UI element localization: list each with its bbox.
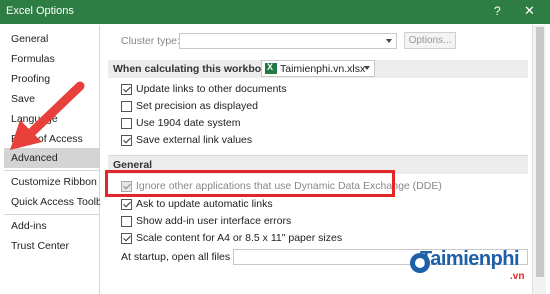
annotation-arrow-icon bbox=[10, 81, 85, 150]
close-button[interactable]: ✕ bbox=[524, 3, 535, 19]
show-addin-errors-checkbox[interactable] bbox=[121, 216, 132, 227]
save-external-links-checkbox[interactable] bbox=[121, 135, 132, 146]
show-addin-errors-label: Show add-in user interface errors bbox=[136, 215, 292, 227]
set-precision-label: Set precision as displayed bbox=[136, 100, 258, 112]
title-bar: Excel Options ? ✕ bbox=[0, 0, 550, 24]
sidebar-item-customize-ribbon[interactable]: Customize Ribbon bbox=[4, 172, 100, 192]
highlight-box bbox=[105, 170, 395, 197]
ask-update-links-checkbox[interactable] bbox=[121, 199, 132, 210]
scale-content-checkbox[interactable] bbox=[121, 233, 132, 244]
use-1904-checkbox[interactable] bbox=[121, 118, 132, 129]
calc-section-title: When calculating this workbook: bbox=[113, 63, 277, 75]
update-links-checkbox[interactable] bbox=[121, 84, 132, 95]
scale-content-label: Scale content for A4 or 8.5 x 11" paper … bbox=[136, 232, 343, 244]
help-button[interactable]: ? bbox=[494, 4, 501, 18]
ask-update-links-label: Ask to update automatic links bbox=[136, 198, 273, 210]
scrollbar-thumb[interactable] bbox=[536, 27, 544, 277]
use-1904-label: Use 1904 date system bbox=[136, 117, 241, 129]
watermark-brand: Taimienphi bbox=[420, 248, 520, 270]
save-external-links-label: Save external link values bbox=[136, 134, 253, 146]
options-button[interactable]: Options... bbox=[404, 32, 456, 49]
cluster-type-dropdown[interactable] bbox=[179, 33, 397, 49]
sidebar-divider bbox=[4, 170, 100, 171]
chevron-down-icon bbox=[386, 39, 392, 43]
workbook-dropdown[interactable]: Taimienphi.vn.xlsx bbox=[261, 60, 375, 77]
sidebar-item-trust-center[interactable]: Trust Center bbox=[4, 236, 100, 256]
options-sidebar: General Formulas Proofing Save Language … bbox=[4, 25, 100, 294]
startup-folder-label: At startup, open all files in: bbox=[121, 251, 245, 263]
watermark-suffix: .vn bbox=[510, 271, 525, 282]
chevron-down-icon bbox=[364, 66, 370, 70]
sidebar-item-add-ins[interactable]: Add-ins bbox=[4, 216, 100, 236]
excel-file-icon bbox=[265, 62, 277, 74]
sidebar-item-quick-access-toolbar[interactable]: Quick Access Toolbar bbox=[4, 192, 100, 212]
set-precision-checkbox[interactable] bbox=[121, 101, 132, 112]
cluster-type-label: Cluster type: bbox=[121, 35, 180, 47]
window-title: Excel Options bbox=[6, 5, 74, 17]
update-links-label: Update links to other documents bbox=[136, 83, 287, 95]
sidebar-item-formulas[interactable]: Formulas bbox=[4, 49, 100, 69]
sidebar-item-general[interactable]: General bbox=[4, 29, 100, 49]
workbook-name: Taimienphi.vn.xlsx bbox=[280, 63, 366, 75]
sidebar-divider bbox=[4, 214, 100, 215]
